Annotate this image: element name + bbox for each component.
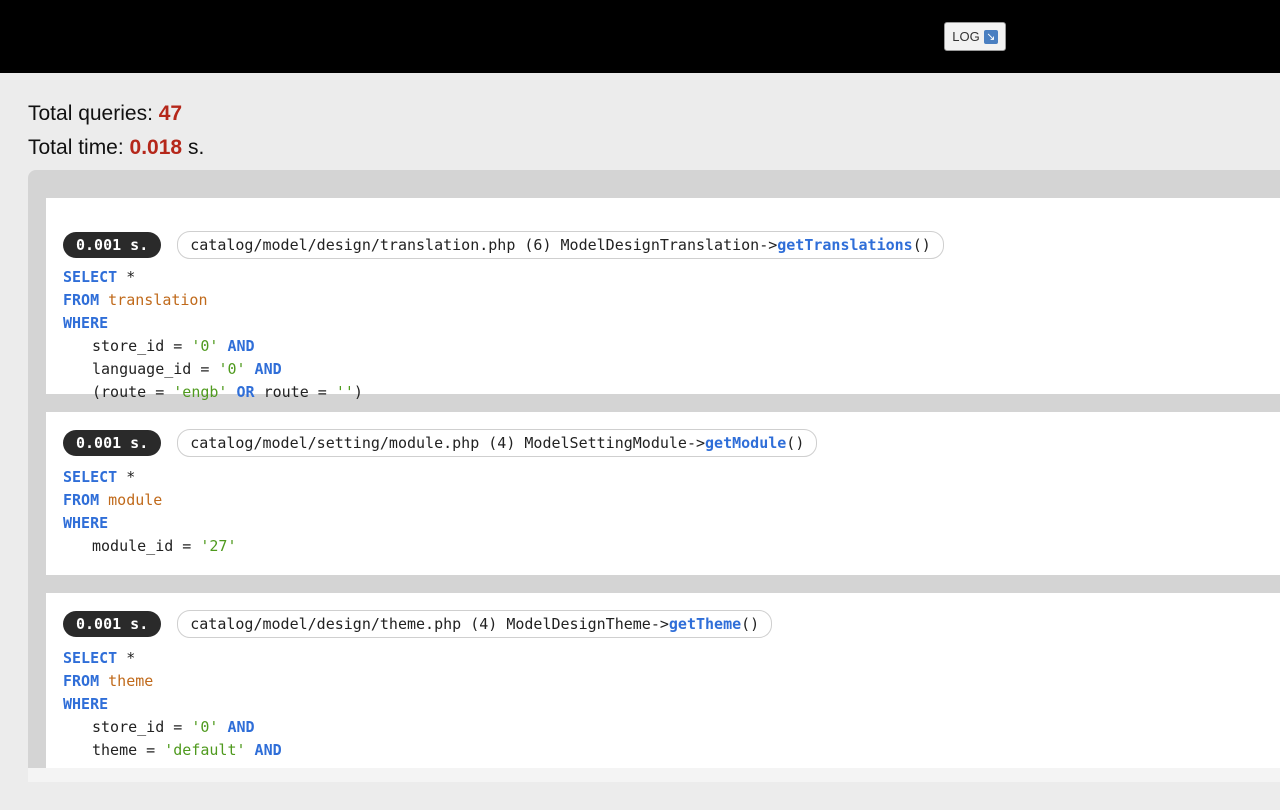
- sql-table: module: [108, 491, 163, 509]
- query-source: catalog/model/design/translation.php (6)…: [177, 231, 944, 259]
- query-source: catalog/model/design/theme.php (4) Model…: [177, 610, 773, 638]
- sql-table: translation: [108, 291, 208, 309]
- log-button-label: LOG: [952, 29, 980, 44]
- query-card: 0.001 s. catalog/model/design/translatio…: [46, 198, 1280, 401]
- method-name: getTheme: [668, 615, 742, 633]
- query-time-badge: 0.001 s.: [63, 611, 162, 637]
- query-stats: Total queries: 47 Total time: 0.018 s.: [28, 98, 204, 166]
- sql-table: theme: [108, 672, 154, 690]
- query-card: 0.001 s. catalog/model/design/theme.php …: [46, 593, 1280, 768]
- sql-statement: SELECT * FROM translation WHERE store_id…: [63, 268, 363, 401]
- total-queries: Total queries: 47: [28, 102, 183, 125]
- export-arrow-icon: ↘: [983, 29, 998, 44]
- query-card: 0.001 s. catalog/model/setting/module.ph…: [46, 412, 1280, 575]
- query-time-badge: 0.001 s.: [63, 232, 162, 258]
- query-time-badge: 0.001 s.: [63, 430, 162, 456]
- query-source: catalog/model/setting/module.php (4) Mod…: [177, 429, 818, 457]
- top-bar: LOG ↘: [0, 0, 1280, 73]
- total-time-value: 0.018: [129, 136, 183, 159]
- scroll-edge: [28, 768, 1280, 782]
- sql-statement: SELECT * FROM theme WHERE store_id = '0'…: [63, 649, 282, 759]
- method-name: getModule: [705, 434, 787, 452]
- total-time: Total time: 0.018 s.: [28, 136, 205, 159]
- total-queries-value: 47: [158, 102, 183, 125]
- sql-statement: SELECT * FROM module WHERE module_id = '…: [63, 468, 237, 555]
- log-button[interactable]: LOG ↘: [944, 22, 1006, 51]
- method-name: getTranslations: [777, 236, 913, 254]
- query-list[interactable]: 0.001 s. catalog/model/design/translatio…: [28, 170, 1280, 768]
